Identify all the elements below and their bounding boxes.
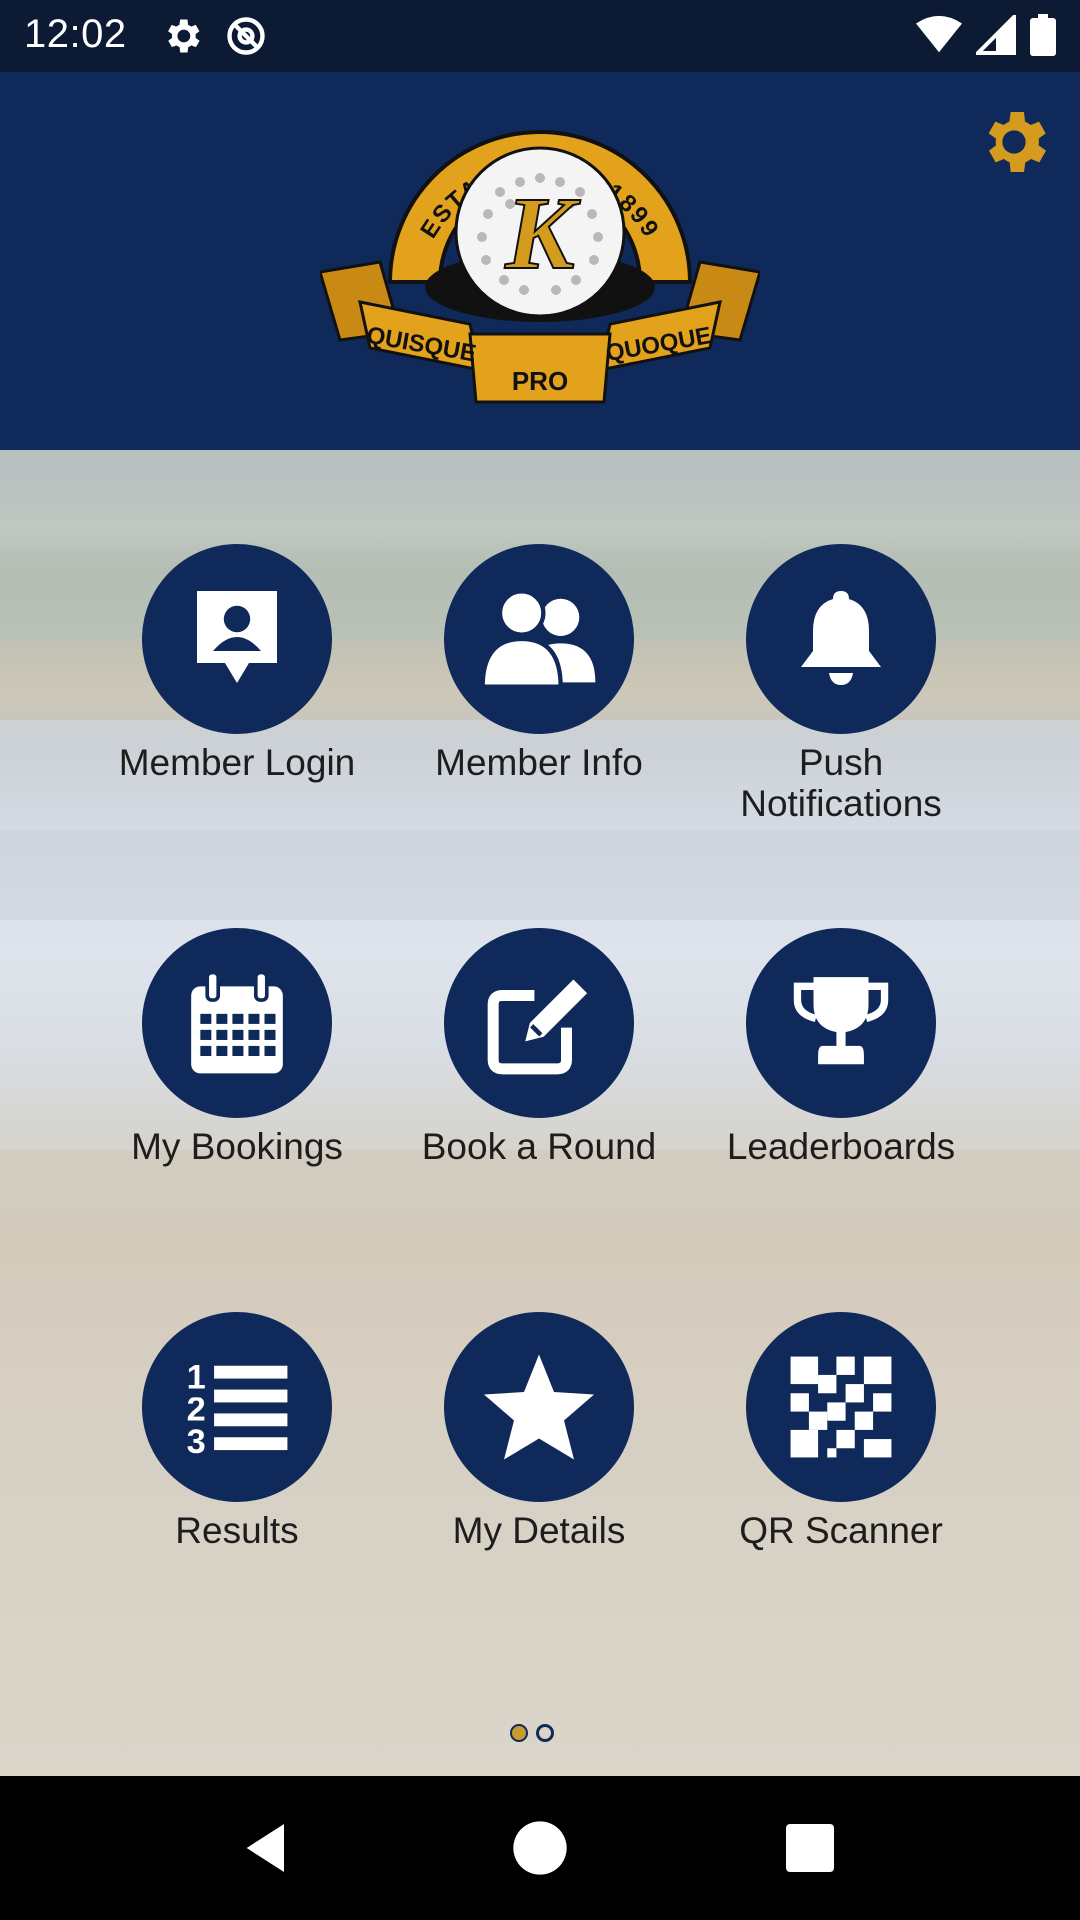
tile-my-details[interactable]: My Details: [388, 1312, 690, 1551]
bell-icon: [801, 591, 881, 685]
qr-icon: [790, 1356, 892, 1458]
home-menu: Member Login Member Info Push Notificati…: [0, 450, 1080, 1776]
tile-label: My Bookings: [131, 1126, 343, 1167]
wifi-icon: [916, 15, 962, 60]
svg-text:3: 3: [187, 1423, 206, 1461]
settings-button[interactable]: [974, 102, 1054, 182]
star-icon: [484, 1354, 594, 1460]
home-button[interactable]: [508, 1816, 572, 1880]
edit-icon: [487, 979, 588, 1075]
page-dot-2[interactable]: [536, 1724, 554, 1742]
numbered-list-icon: 1 2 3: [187, 1359, 288, 1461]
app-header: ESTABLISHED 1899 K QUISQUE PRO QUOQUE: [0, 72, 1080, 450]
page-dot-1[interactable]: [510, 1724, 528, 1742]
gear-icon: [160, 14, 204, 63]
recents-icon: [786, 1824, 834, 1872]
tile-qr-scanner[interactable]: QR Scanner: [690, 1312, 992, 1551]
trophy-icon: [793, 977, 889, 1065]
tile-label: Member Login: [118, 742, 356, 783]
back-icon: [246, 1824, 284, 1872]
cell-signal-icon: [973, 12, 1016, 60]
tile-results[interactable]: 1 2 3 Results: [86, 1312, 388, 1551]
members-icon: [480, 589, 596, 689]
tile-book-a-round[interactable]: Book a Round: [388, 928, 690, 1167]
status-time: 12:02: [24, 12, 127, 56]
battery-icon: [1030, 14, 1056, 61]
tile-label: QR Scanner: [739, 1510, 943, 1551]
gear-icon: [988, 112, 1046, 172]
recents-button[interactable]: [778, 1816, 842, 1880]
calendar-icon: [191, 970, 283, 1074]
home-icon: [513, 1821, 567, 1875]
logo-monogram: K: [504, 176, 581, 291]
back-button[interactable]: [236, 1816, 300, 1880]
page-indicator: [510, 1724, 554, 1742]
at-sign-icon: [224, 14, 268, 63]
tile-my-bookings[interactable]: My Bookings: [86, 928, 388, 1167]
tile-label: Push Notifications: [740, 742, 942, 824]
tile-member-info[interactable]: Member Info: [388, 544, 690, 783]
member-card-icon: [197, 591, 277, 683]
tile-member-login[interactable]: Member Login: [86, 544, 388, 783]
tile-label: Leaderboards: [726, 1126, 956, 1167]
club-logo: ESTABLISHED 1899 K QUISQUE PRO QUOQUE: [320, 130, 760, 404]
tile-label: My Details: [452, 1510, 626, 1551]
system-nav-bar: [0, 1776, 1080, 1920]
tile-label: Book a Round: [421, 1126, 657, 1167]
logo-motto-center: PRO: [512, 366, 568, 396]
tile-label: Results: [175, 1510, 299, 1551]
tile-leaderboards[interactable]: Leaderboards: [690, 928, 992, 1167]
tile-push-notifications[interactable]: Push Notifications: [690, 544, 992, 824]
tile-label: Member Info: [435, 742, 643, 783]
status-bar: 12:02: [0, 0, 1080, 72]
